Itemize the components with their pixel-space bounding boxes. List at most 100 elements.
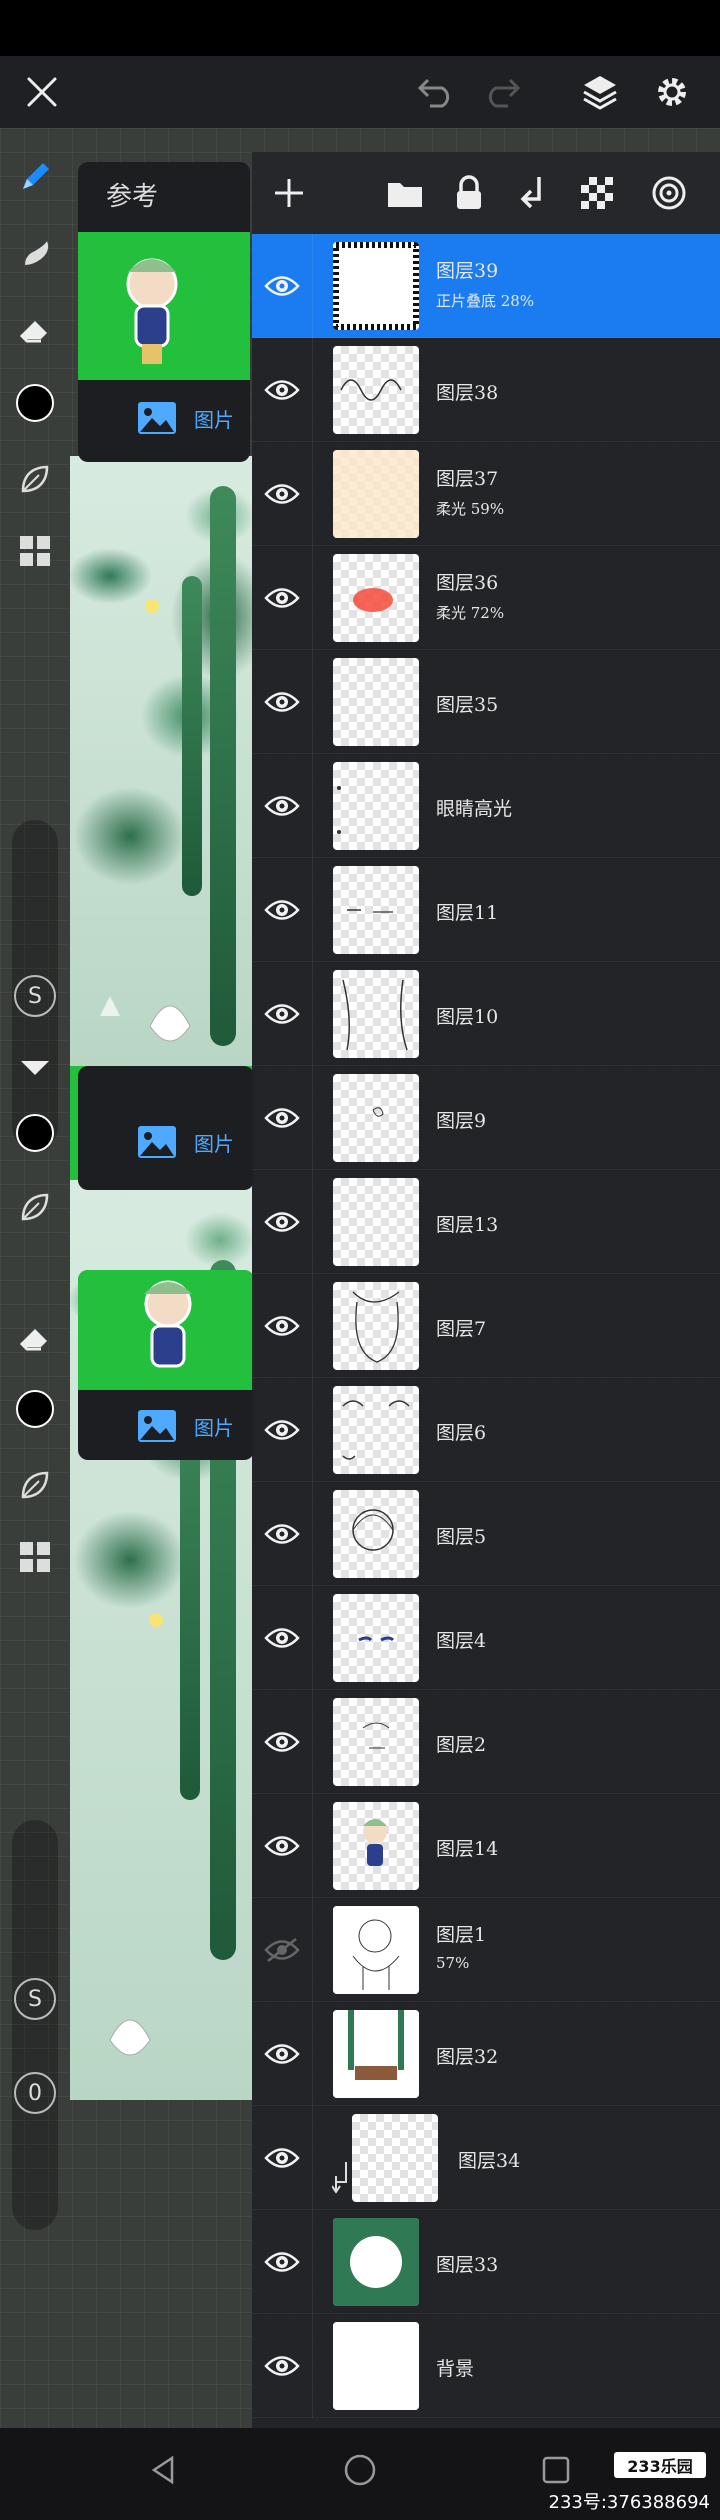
layer-row[interactable]: 图层1 57% — [252, 1898, 720, 2002]
reference-window-3[interactable]: 图片 — [78, 1270, 254, 1460]
eye-visibility-icon[interactable] — [260, 476, 304, 512]
eye-visibility-icon[interactable] — [260, 580, 304, 616]
layer-thumbnail[interactable] — [333, 2322, 419, 2410]
eye-visibility-icon[interactable] — [260, 2244, 304, 2280]
layer-row[interactable]: 图层32 — [252, 2002, 720, 2106]
reference-thumbnail-3[interactable] — [78, 1270, 254, 1390]
grid-apps-icon-2[interactable] — [12, 1534, 58, 1580]
layer-thumbnail[interactable] — [333, 866, 419, 954]
layer-thumbnail[interactable] — [333, 1698, 419, 1786]
transparency-checker-icon[interactable] — [574, 170, 620, 216]
layer-thumbnail[interactable] — [333, 450, 419, 538]
eye-visibility-icon[interactable] — [260, 372, 304, 408]
eye-visibility-icon[interactable] — [260, 2036, 304, 2072]
brush-pen-icon[interactable] — [12, 154, 58, 200]
layer-thumbnail[interactable] — [333, 2010, 419, 2098]
eye-visibility-icon[interactable] — [260, 1724, 304, 1760]
layer-thumbnail[interactable] — [333, 346, 419, 434]
layer-thumbnail[interactable] — [333, 1178, 419, 1266]
eye-visibility-icon[interactable] — [260, 1100, 304, 1136]
smudge-icon[interactable] — [12, 232, 58, 278]
close-icon[interactable] — [20, 70, 64, 114]
eye-visibility-icon[interactable] — [260, 684, 304, 720]
layer-row[interactable]: 图层5 — [252, 1482, 720, 1586]
eye-visibility-icon[interactable] — [260, 1412, 304, 1448]
layer-row[interactable]: 图层35 — [252, 650, 720, 754]
home-nav-icon[interactable] — [338, 2448, 382, 2492]
settings-gear-icon[interactable] — [650, 70, 694, 114]
layer-row[interactable]: 图层34 — [252, 2106, 720, 2210]
layer-thumbnail[interactable] — [333, 762, 419, 850]
back-nav-icon[interactable] — [142, 2448, 186, 2492]
layer-row[interactable]: 背景 — [252, 2314, 720, 2418]
eye-hidden-icon[interactable] — [260, 1932, 304, 1968]
eye-visibility-icon[interactable] — [260, 996, 304, 1032]
redo-icon[interactable] — [480, 70, 524, 114]
layer-row[interactable]: 图层37 柔光 59% — [252, 442, 720, 546]
opacity-button[interactable]: 0 — [14, 2072, 56, 2114]
eye-visibility-icon[interactable] — [260, 1204, 304, 1240]
layer-thumbnail[interactable] — [333, 1074, 419, 1162]
eye-visibility-icon[interactable] — [260, 1620, 304, 1656]
size-button[interactable]: S — [14, 975, 56, 1017]
layer-row[interactable]: 图层39 正片叠底 28% — [252, 234, 720, 338]
leaf-brush-icon[interactable] — [12, 456, 58, 502]
eye-visibility-icon[interactable] — [260, 1828, 304, 1864]
eye-visibility-icon[interactable] — [260, 788, 304, 824]
layer-thumbnail[interactable] — [333, 1282, 419, 1370]
merge-down-icon[interactable] — [510, 170, 556, 216]
leaf-brush-icon-3[interactable] — [12, 1462, 58, 1508]
layer-row[interactable]: 图层38 — [252, 338, 720, 442]
layer-row[interactable]: 图层6 — [252, 1378, 720, 1482]
folder-icon[interactable] — [382, 170, 428, 216]
layer-row[interactable]: 图层7 — [252, 1274, 720, 1378]
undo-icon[interactable] — [414, 70, 458, 114]
layer-thumbnail[interactable] — [333, 658, 419, 746]
reference-image-button[interactable]: 图片 — [136, 400, 234, 436]
eye-visibility-icon[interactable] — [260, 1308, 304, 1344]
color-swatch[interactable] — [12, 380, 58, 426]
color-swatch-3[interactable] — [12, 1386, 58, 1432]
layer-row[interactable]: 图层2 — [252, 1690, 720, 1794]
eye-visibility-icon[interactable] — [260, 2348, 304, 2384]
layer-thumbnail[interactable] — [333, 1490, 419, 1578]
reference-window-2[interactable]: 图片 — [78, 1066, 254, 1190]
eye-visibility-icon[interactable] — [260, 1516, 304, 1552]
layer-thumbnail[interactable] — [333, 1386, 419, 1474]
layer-thumbnail[interactable] — [333, 970, 419, 1058]
layer-thumbnail[interactable] — [333, 242, 419, 330]
size-button-2[interactable]: S — [14, 1978, 56, 2020]
grid-apps-icon[interactable] — [12, 528, 58, 574]
layer-row[interactable]: 图层4 — [252, 1586, 720, 1690]
reference-thumbnail[interactable] — [78, 232, 250, 380]
reference-image-button-2[interactable]: 图片 — [136, 1124, 234, 1160]
brush-size-slider-2[interactable] — [12, 1820, 58, 2230]
layer-thumbnail[interactable] — [333, 1906, 419, 1994]
layer-row[interactable]: 图层11 — [252, 858, 720, 962]
layer-thumbnail[interactable] — [333, 2218, 419, 2306]
eraser-icon-2[interactable] — [12, 1046, 58, 1092]
layer-row[interactable]: 图层33 — [252, 2210, 720, 2314]
layer-row[interactable]: 图层36 柔光 72% — [252, 546, 720, 650]
leaf-brush-icon-2[interactable] — [12, 1184, 58, 1230]
layer-thumbnail[interactable] — [333, 1802, 419, 1890]
layer-thumbnail[interactable] — [333, 554, 419, 642]
reference-image-button-3[interactable]: 图片 — [136, 1408, 234, 1444]
eye-visibility-icon[interactable] — [260, 268, 304, 304]
layer-thumbnail[interactable] — [352, 2114, 438, 2202]
layer-thumbnail[interactable] — [333, 1594, 419, 1682]
recents-nav-icon[interactable] — [534, 2448, 578, 2492]
add-layer-icon[interactable] — [266, 170, 312, 216]
layer-row[interactable]: 眼睛高光 — [252, 754, 720, 858]
eye-visibility-icon[interactable] — [260, 2140, 304, 2176]
layer-row[interactable]: 图层13 — [252, 1170, 720, 1274]
layer-row[interactable]: 图层10 — [252, 962, 720, 1066]
layer-row[interactable]: 图层9 — [252, 1066, 720, 1170]
reference-window[interactable]: 参考 图片 — [78, 162, 250, 462]
layers-icon[interactable] — [578, 70, 622, 114]
eraser-icon[interactable] — [12, 306, 58, 352]
color-swatch-2[interactable] — [12, 1110, 58, 1156]
layer-effects-icon[interactable] — [646, 170, 692, 216]
eraser-icon-3[interactable] — [12, 1314, 58, 1360]
eye-visibility-icon[interactable] — [260, 892, 304, 928]
